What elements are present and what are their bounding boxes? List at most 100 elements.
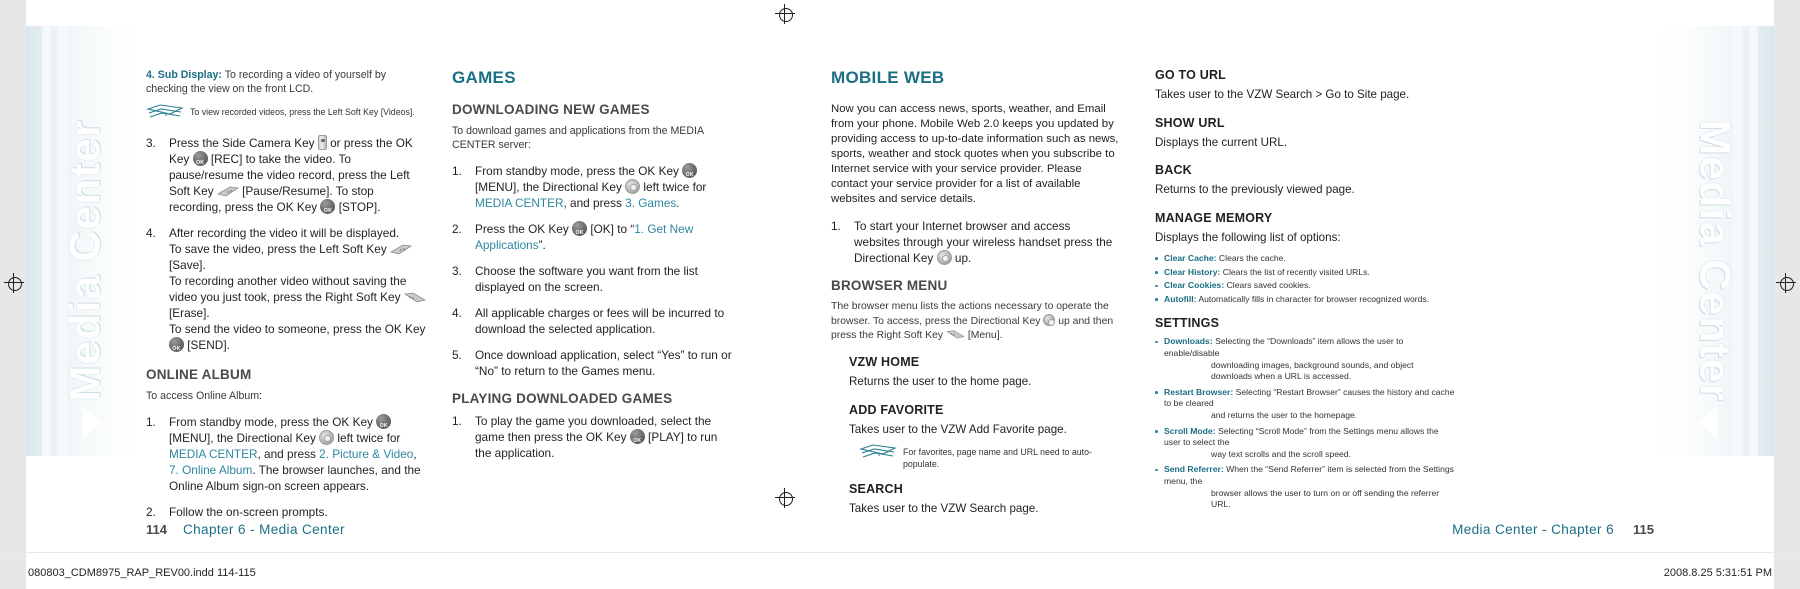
step-number: 3. (146, 136, 156, 150)
left-soft-key-icon (216, 186, 239, 197)
step-text: Press the Side Camera Key (169, 136, 318, 150)
step-text: Press the OK Key (475, 222, 573, 236)
chevron-icon (1698, 406, 1718, 440)
note-text: To view recorded videos, press the Left … (190, 107, 415, 117)
step-text: All applicable charges or fees will be i… (475, 306, 725, 336)
link-media-center[interactable]: MEDIA CENTER (475, 196, 564, 210)
bullet-continuation: downloading images, background sounds, a… (1211, 359, 1414, 382)
video-steps-list: 3. Press the Side Camera Key or press th… (146, 135, 428, 357)
column-three: MOBILE WEB Now you can access news, spor… (831, 68, 1119, 530)
link-media-center[interactable]: MEDIA CENTER (169, 447, 258, 461)
column-one: 4. Sub Display: To recording a video of … (146, 68, 428, 530)
step-number: 4. (452, 306, 462, 320)
step-text: After recording the video it will be dis… (169, 226, 400, 240)
list-item: 2. Follow the on-screen prompts. (146, 504, 428, 520)
side-camera-key-icon (317, 135, 327, 150)
list-item: Send Referrer: When the “Send Referrer” … (1155, 464, 1455, 510)
playing-steps: 1. To play the game you downloaded, sele… (452, 413, 736, 461)
list-item: Downloads: Selecting the “Downloads” ite… (1155, 336, 1455, 382)
step-text: [Save]. (169, 258, 206, 272)
browser-menu-lead-c: [Menu]. (964, 330, 1003, 341)
bullet-label: Send Referrer: (1164, 464, 1224, 475)
bullet-label: Clear Cookies: (1164, 280, 1225, 291)
step-text: To start your Internet browser and acces… (854, 219, 1113, 265)
list-item: 2. Press the OK Key [OK] to “1. Get New … (452, 221, 736, 253)
list-item: Clear Cookies: Clears saved cookies. (1155, 280, 1445, 292)
step-number: 1. (831, 219, 841, 233)
list-item: Restart Browser: Selecting “Restart Brow… (1155, 387, 1455, 422)
step-number: 1. (146, 415, 156, 429)
column-two: GAMES DOWNLOADING NEW GAMES To download … (452, 68, 736, 471)
step-number: 5. (452, 348, 462, 362)
ok-key-icon (320, 199, 336, 219)
list-item: Scroll Mode: Selecting “Scroll Mode” fro… (1155, 426, 1455, 461)
step-number: 1. (452, 164, 462, 178)
list-item: 1. From standby mode, press the OK Key [… (146, 414, 428, 494)
print-plate-timestamp: 2008.8.25 5:31:51 PM (1663, 567, 1772, 579)
bullet-label: Restart Browser: (1164, 386, 1234, 397)
side-band-left: Media Center (26, 26, 144, 456)
link-games[interactable]: 3. Games (625, 196, 676, 210)
online-album-heading: ONLINE ALBUM (146, 367, 252, 382)
ok-key-icon (169, 337, 184, 357)
browser-menu-items: VZW HOME Returns the user to the home pa… (849, 355, 1119, 517)
menu-item-vzw-home-title: VZW HOME (849, 355, 920, 369)
bullet-label: Autofill: (1164, 293, 1197, 304)
ok-key-icon (376, 414, 392, 434)
step-number: 4. (146, 226, 156, 240)
step-text: up. (951, 251, 972, 265)
band-title-right: Media Center (1690, 119, 1739, 402)
step-text: To recording another video without savin… (169, 274, 407, 304)
note-add-favorite: For favorites, page name and URL need to… (859, 443, 1119, 470)
menu-item-show-url-title: SHOW URL (1155, 115, 1225, 130)
side-band-right: Media Center (1656, 26, 1774, 456)
note-card-icon (146, 104, 184, 118)
list-item: 1. From standby mode, press the OK Key [… (452, 163, 736, 211)
online-album-lead: To access Online Album: (146, 390, 262, 402)
directional-key-icon (319, 430, 335, 445)
note-card-icon (859, 444, 897, 458)
band-strip (1749, 26, 1758, 456)
ok-key-icon (572, 221, 588, 241)
bullet-continuation: and returns the user to the homepage. (1211, 409, 1358, 420)
step-text: , and press (257, 447, 320, 461)
step-text: Choose the software you want from the li… (475, 264, 698, 294)
link-picture-video[interactable]: 2. Picture & Video (319, 447, 413, 461)
menu-item-go-to-url-desc: Takes user to the VZW Search > Go to Sit… (1155, 88, 1410, 101)
list-item: 3. Press the Side Camera Key or press th… (146, 135, 428, 219)
list-item: Clear Cache: Clears the cache. (1155, 253, 1445, 265)
menu-item-go-to-url-title: GO TO URL (1155, 68, 1227, 82)
list-item: 1. To play the game you downloaded, sele… (452, 413, 736, 461)
left-soft-key-icon (390, 244, 412, 255)
link-online-album[interactable]: 7. Online Album (169, 463, 252, 477)
right-soft-key-icon (946, 330, 965, 339)
step-text: [MENU], the Directional Key (169, 431, 320, 445)
browser-menu-lead: The browser menu lists the actions neces… (831, 300, 1119, 343)
registration-mark-icon (775, 4, 795, 24)
list-item: 3. Choose the software you want from the… (452, 263, 736, 295)
step-number: 2. (452, 222, 462, 236)
menu-item-back-title: BACK (1155, 163, 1192, 177)
menu-item-add-favorite-title: ADD FAVORITE (849, 402, 944, 417)
list-item: 5. Once download application, select “Ye… (452, 347, 736, 379)
directional-key-icon (625, 179, 641, 194)
manage-memory-bullet-list: Clear Cache: Clears the cache. Clear His… (1155, 253, 1445, 305)
step-text: [MENU], the Directional Key (475, 180, 626, 194)
list-item: 4. After recording the video it will be … (146, 225, 428, 357)
bullet-continuation: way text scrolls and the scroll speed. (1211, 448, 1351, 459)
step-text: [STOP]. (335, 200, 381, 214)
registration-mark-icon (1776, 273, 1796, 293)
bullet-label: Clear History: (1164, 266, 1221, 277)
scan-margin-right (1774, 0, 1800, 589)
running-head-left: Chapter 6 - Media Center (183, 522, 345, 537)
ok-key-icon (629, 429, 645, 449)
right-soft-key-icon (403, 292, 426, 303)
list-item: Clear History: Clears the list of recent… (1155, 267, 1445, 279)
menu-item-manage-memory-desc: Displays the following list of options: (1155, 230, 1341, 244)
online-album-steps: 1. From standby mode, press the OK Key [… (146, 414, 428, 520)
menu-item-add-favorite-desc: Takes user to the VZW Add Favorite page. (849, 422, 1067, 436)
step-text: ”. (538, 238, 546, 252)
ok-key-icon (192, 151, 208, 171)
bullet-text: Clears the list of recently visited URLs… (1220, 266, 1370, 277)
ok-key-icon (682, 163, 698, 183)
